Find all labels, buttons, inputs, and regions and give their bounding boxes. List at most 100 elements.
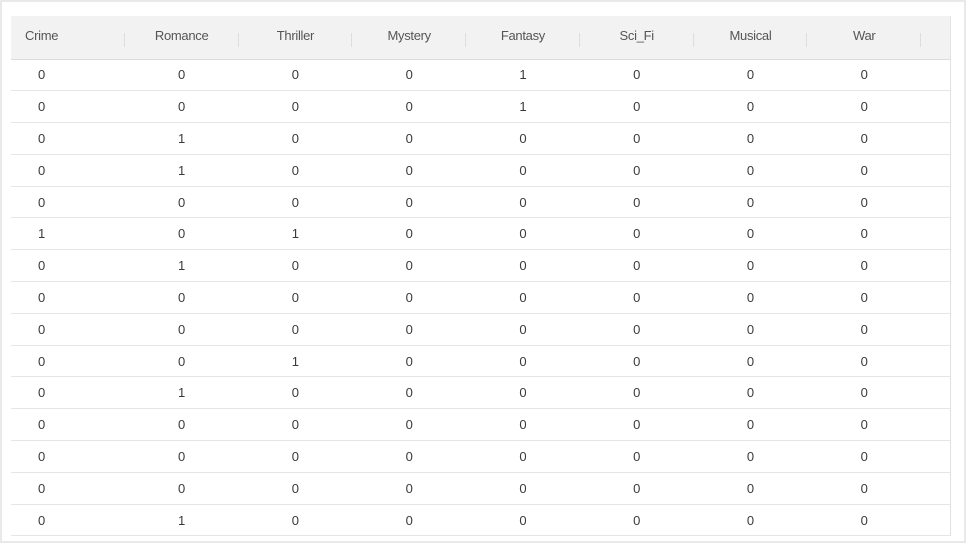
column-header-label: Crime (25, 28, 59, 43)
table-row[interactable]: 000000000 (11, 281, 951, 314)
table-cell: 0 (579, 440, 694, 473)
table-cell: 0 (238, 376, 353, 410)
table-cell: 0 (807, 440, 922, 473)
table-cell: 0 (466, 281, 580, 314)
table-cell: 0 (921, 440, 951, 473)
table-cell: 0 (11, 440, 125, 473)
column-header-western[interactable]: Western (921, 16, 951, 60)
table-cell: 1 (238, 217, 353, 251)
table-cell: 0 (579, 345, 694, 378)
table-cell: 0 (579, 408, 694, 442)
table-cell: 0 (11, 249, 125, 283)
table-cell: 0 (579, 249, 694, 283)
table-cell: 0 (693, 504, 808, 537)
table-row[interactable]: 010000000 (11, 249, 951, 283)
column-header-label: Thriller (276, 28, 315, 43)
table-row[interactable]: 001000000 (11, 345, 951, 378)
column-header-label: Fantasy (500, 28, 546, 43)
table-cell: 0 (807, 313, 922, 346)
table-row[interactable]: 000000000 (11, 440, 951, 473)
table-cell: 0 (466, 217, 580, 251)
table-cell: 0 (11, 90, 125, 124)
table-cell: 0 (124, 186, 239, 219)
table-cell: 0 (693, 249, 808, 283)
table-cell: 0 (11, 345, 125, 378)
table-cell: 0 (807, 376, 922, 410)
table-cell: 0 (579, 313, 694, 346)
table-cell: 0 (352, 90, 467, 124)
table-cell: 0 (466, 186, 580, 219)
table-cell: 0 (921, 472, 951, 505)
header-row: Crime Romance Thriller Mystery Fantasy Sci_Fi… (11, 16, 951, 60)
table-cell: 0 (238, 313, 353, 346)
table-cell: 0 (693, 186, 808, 219)
table-cell: 0 (124, 90, 239, 124)
table-row[interactable]: 010000000 (11, 504, 951, 537)
table-row[interactable]: 000010000 (11, 90, 951, 124)
table-cell: 0 (238, 122, 353, 155)
table-cell: 0 (11, 186, 125, 219)
table-cell: 0 (238, 504, 353, 537)
table-cell: 0 (352, 59, 467, 92)
table-cell: 0 (238, 90, 353, 124)
table-cell: 0 (693, 440, 808, 473)
table-cell: 0 (466, 440, 580, 473)
table-cell: 0 (921, 122, 951, 155)
table-cell: 1 (11, 217, 125, 251)
table-cell: 1 (238, 345, 353, 378)
table-cell: 0 (352, 504, 467, 537)
table-cell: 0 (466, 376, 580, 410)
table-cell: 0 (11, 313, 125, 346)
table-cell: 0 (11, 504, 125, 537)
table-row[interactable]: 000000000 (11, 186, 951, 219)
table-cell: 0 (807, 504, 922, 537)
table-cell: 0 (466, 313, 580, 346)
table-cell: 0 (466, 154, 580, 187)
table-cell: 0 (238, 186, 353, 219)
column-header-war[interactable]: War (807, 16, 922, 60)
table-cell: 0 (238, 281, 353, 314)
table-cell: 1 (124, 376, 239, 410)
table-cell: 0 (352, 186, 467, 219)
column-header-musical[interactable]: Musical (693, 16, 808, 60)
table-cell: 0 (579, 504, 694, 537)
column-header-mystery[interactable]: Mystery (352, 16, 467, 60)
table-cell: 0 (693, 408, 808, 442)
table-cell: 0 (579, 122, 694, 155)
table-cell: 0 (238, 408, 353, 442)
table-cell: 0 (693, 154, 808, 187)
table-row[interactable]: 000000000 (11, 472, 951, 505)
column-header-label: Romance (154, 28, 209, 43)
column-header-crime[interactable]: Crime (11, 16, 125, 60)
table-cell: 0 (124, 313, 239, 346)
data-table: Crime Romance Thriller Mystery Fantasy Sci_Fi… (11, 16, 951, 537)
table-cell: 0 (11, 59, 125, 92)
table-row[interactable]: 010000000 (11, 122, 951, 155)
table-cell: 0 (238, 59, 353, 92)
table-cell: 0 (124, 408, 239, 442)
table-cell: 0 (921, 504, 951, 537)
table-row[interactable]: 000000000 (11, 408, 951, 442)
table-cell: 0 (921, 408, 951, 442)
table-row[interactable]: 010000000 (11, 154, 951, 187)
table-cell: 0 (693, 376, 808, 410)
table-cell: 0 (921, 186, 951, 219)
table-cell: 0 (124, 59, 239, 92)
table-row[interactable]: 000010000 (11, 59, 951, 92)
table-cell: 0 (921, 313, 951, 346)
table-cell: 1 (124, 154, 239, 187)
table-cell: 1 (124, 122, 239, 155)
data-grid-panel: Crime Romance Thriller Mystery Fantasy Sci_Fi… (2, 2, 964, 541)
table-row[interactable]: 010000000 (11, 376, 951, 410)
data-grid-viewport[interactable]: Crime Romance Thriller Mystery Fantasy Sci_Fi… (11, 16, 951, 541)
column-header-romance[interactable]: Romance (124, 16, 239, 60)
table-cell: 0 (352, 376, 467, 410)
column-header-sci-fi[interactable]: Sci_Fi (579, 16, 694, 60)
column-header-thriller[interactable]: Thriller (238, 16, 353, 60)
table-cell: 0 (693, 472, 808, 505)
table-row[interactable]: 000000000 (11, 313, 951, 346)
column-header-fantasy[interactable]: Fantasy (466, 16, 580, 60)
table-row[interactable]: 101000000 (11, 217, 951, 251)
table-cell: 0 (124, 281, 239, 314)
table-cell: 0 (579, 90, 694, 124)
